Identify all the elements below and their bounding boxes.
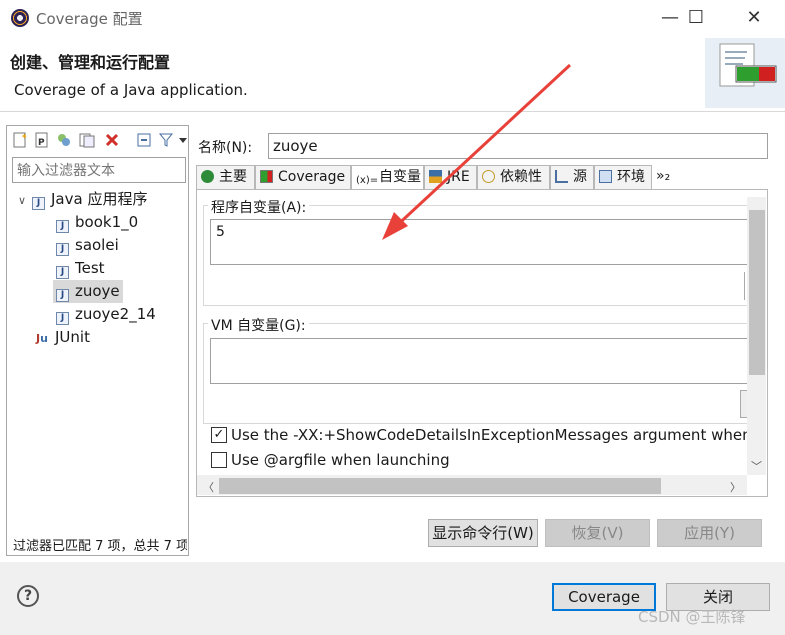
main-icon (201, 170, 214, 183)
argfile-checkbox[interactable] (211, 452, 227, 468)
tree-item-label: book1_0 (75, 213, 139, 231)
coverage-icon (260, 170, 273, 183)
scroll-down-icon[interactable]: ﹀ (751, 458, 762, 474)
tree-item-label: saolei (75, 236, 119, 254)
tree-item-zuoye[interactable]: Jzuoye (18, 280, 156, 303)
tab-label: 环境 (617, 169, 645, 185)
tree-item-zuoye2_14[interactable]: Jzuoye2_14 (18, 303, 156, 326)
header-title: 创建、管理和运行配置 (10, 53, 171, 72)
svg-text:P: P (38, 138, 45, 148)
watermark: CSDN @王陈锋 (638, 608, 746, 626)
show-code-details-checkbox[interactable]: ✓ (211, 427, 227, 443)
tree-item-label: Test (75, 259, 105, 277)
filter-icon[interactable] (158, 132, 174, 148)
tree: ∨ J Java 应用程序 Jbook1_0 Jsaolei J Test Jzuoy… (18, 188, 156, 349)
junit-icon: Ju (36, 332, 48, 345)
maximize-button[interactable]: ☐ (673, 0, 719, 36)
java-config-icon: J (56, 220, 69, 233)
tab-label: Coverage (278, 169, 346, 185)
name-label: 名称(N): (198, 140, 253, 156)
show-code-details-label: Use the -XX:+ShowCodeDetailsInExceptionM… (231, 426, 747, 444)
more-tabs-icon[interactable]: »₂ (652, 165, 676, 190)
new-prototype-icon[interactable]: P (34, 132, 50, 148)
program-args-label: 程序自变量(A): (208, 197, 310, 217)
java-config-icon: J (56, 312, 69, 325)
tree-item-label: zuoye (75, 282, 120, 300)
window-title: Coverage 配置 (36, 10, 143, 28)
svg-text:✦: ✦ (21, 132, 28, 141)
tree-item-saolei[interactable]: Jsaolei (18, 234, 156, 257)
vm-args-textarea[interactable] (210, 338, 747, 384)
collapse-all-icon[interactable] (136, 132, 152, 148)
coverage-banner-icon (705, 38, 785, 108)
tree-item-test[interactable]: J Test (18, 257, 156, 280)
horizontal-scroll-thumb[interactable] (219, 478, 661, 494)
tab-environment[interactable]: 环境 (594, 165, 652, 190)
apply-button[interactable]: 应用(Y) (657, 519, 762, 547)
tree-item-label: zuoye2_14 (75, 305, 156, 323)
delete-icon[interactable] (104, 132, 120, 148)
argfile-label: Use @argfile when launching (231, 451, 450, 469)
tree-item-label: JUnit (55, 328, 90, 346)
java-config-icon: J (56, 243, 69, 256)
new-config-icon[interactable]: ✦ (12, 132, 28, 148)
filter-status-text: 过滤器已匹配 7 项，总共 7 项 (13, 539, 187, 554)
tab-main[interactable]: 主要 (196, 165, 255, 190)
header-description: Coverage of a Java application. (14, 81, 248, 99)
java-app-icon: J (32, 197, 45, 210)
tab-label: 主要 (219, 169, 247, 185)
filter-input[interactable] (12, 157, 186, 183)
help-icon[interactable]: ? (17, 585, 39, 607)
java-config-icon: J (56, 289, 69, 302)
export-icon[interactable] (79, 132, 95, 148)
expand-toggle-icon[interactable]: ∨ (18, 189, 32, 212)
java-config-icon: J (56, 266, 69, 279)
annotation-arrow (382, 63, 572, 240)
tree-item-label: Java 应用程序 (51, 190, 148, 208)
environment-icon (599, 170, 612, 183)
duplicate-icon[interactable] (56, 132, 72, 148)
vm-args-label: VM 自变量(G): (208, 315, 309, 335)
tree-item-java-application[interactable]: ∨ J Java 应用程序 (18, 188, 156, 211)
tab-coverage[interactable]: Coverage (255, 165, 351, 190)
view-menu-icon[interactable] (178, 132, 188, 148)
eclipse-app-icon (11, 9, 29, 27)
tree-item-book1_0[interactable]: Jbook1_0 (18, 211, 156, 234)
scroll-left-icon[interactable]: 〈 (203, 479, 214, 495)
scroll-right-icon[interactable]: 〉 (730, 479, 741, 495)
vertical-scroll-thumb[interactable] (749, 210, 765, 375)
close-window-button[interactable]: ✕ (731, 0, 777, 36)
tree-item-junit[interactable]: Ju JUnit (18, 326, 156, 349)
revert-button[interactable]: 恢复(V) (545, 519, 650, 547)
vm-variables-button[interactable] (740, 390, 747, 418)
show-command-line-button[interactable]: 显示命令行(W) (428, 519, 538, 547)
